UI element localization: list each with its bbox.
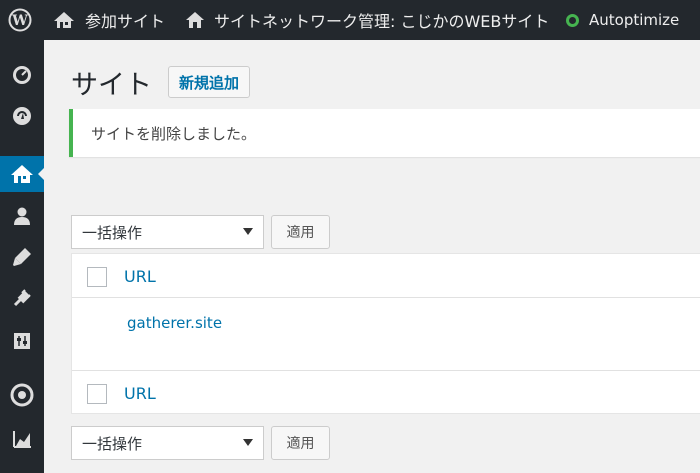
- network-admin-menu[interactable]: サイトネットワーク管理: こじかのWEBサイト: [185, 0, 549, 40]
- bulk-action-selected-bottom: 一括操作: [82, 434, 143, 453]
- autoptimize-menu[interactable]: Autoptimize: [566, 0, 679, 40]
- add-new-button[interactable]: 新規追加: [168, 66, 251, 98]
- url-column-header[interactable]: URL: [124, 267, 156, 286]
- home-icon: [186, 12, 204, 28]
- wordpress-logo-icon: W: [8, 8, 32, 32]
- autoptimize-label: Autoptimize: [589, 11, 680, 29]
- url-column-footer[interactable]: URL: [124, 384, 156, 403]
- admin-sidebar: [0, 40, 45, 473]
- sidebar-item-settings[interactable]: [0, 323, 44, 359]
- sidebar-item-themes[interactable]: [0, 239, 44, 275]
- sites-icon: [11, 165, 33, 183]
- notice-text: サイトを削除しました。: [91, 124, 257, 143]
- current-menu-arrow: [38, 167, 45, 181]
- table-header-row: URL: [72, 254, 700, 298]
- stats-icon: [13, 431, 31, 448]
- collapse-icon: [10, 383, 34, 407]
- table-footer-row: URL: [72, 370, 700, 414]
- admin-bar: W 参加サイト サイトネットワーク管理: こじかのWEBサイト Autoptim…: [0, 0, 700, 40]
- bulk-action-select-top[interactable]: 一括操作: [71, 215, 264, 249]
- status-circle-icon: [566, 13, 579, 27]
- page-title: サイト: [71, 70, 152, 101]
- sidebar-item-stats[interactable]: [0, 421, 44, 457]
- sites-icon: [54, 12, 74, 28]
- sidebar-item-plugins[interactable]: [0, 280, 44, 316]
- plugins-icon: [13, 289, 31, 307]
- sidebar-item-collapse[interactable]: [0, 377, 44, 413]
- chevron-down-icon: [243, 439, 253, 446]
- my-sites-menu[interactable]: 参加サイト: [52, 0, 165, 40]
- my-sites-label: 参加サイト: [85, 12, 166, 31]
- themes-icon: [13, 248, 31, 266]
- users-icon: [14, 207, 30, 225]
- settings-icon: [14, 333, 30, 349]
- select-all-checkbox-footer[interactable]: [87, 384, 107, 404]
- sidebar-item-updates[interactable]: [0, 98, 44, 134]
- chevron-down-icon: [243, 228, 253, 235]
- site-url-link[interactable]: gatherer.site: [127, 314, 222, 332]
- network-admin-label: サイトネットワーク管理: こじかのWEBサイト: [214, 12, 550, 31]
- sites-table: URL gatherer.site URL: [71, 253, 700, 414]
- dashboard-icon: [13, 66, 31, 84]
- sidebar-item-sites[interactable]: [0, 156, 45, 192]
- svg-text:W: W: [11, 13, 28, 29]
- updates-icon: [13, 107, 31, 125]
- wp-logo-menu[interactable]: W: [8, 0, 32, 40]
- success-notice: サイトを削除しました。: [69, 109, 700, 157]
- select-all-checkbox[interactable]: [87, 267, 107, 287]
- apply-button-top[interactable]: 適用: [271, 215, 330, 249]
- sidebar-item-users[interactable]: [0, 198, 44, 234]
- bulk-action-select-bottom[interactable]: 一括操作: [71, 426, 264, 460]
- bulk-action-selected: 一括操作: [82, 223, 143, 242]
- apply-button-bottom[interactable]: 適用: [271, 426, 330, 460]
- sidebar-item-dashboard[interactable]: [0, 57, 44, 93]
- table-row: gatherer.site: [72, 298, 700, 370]
